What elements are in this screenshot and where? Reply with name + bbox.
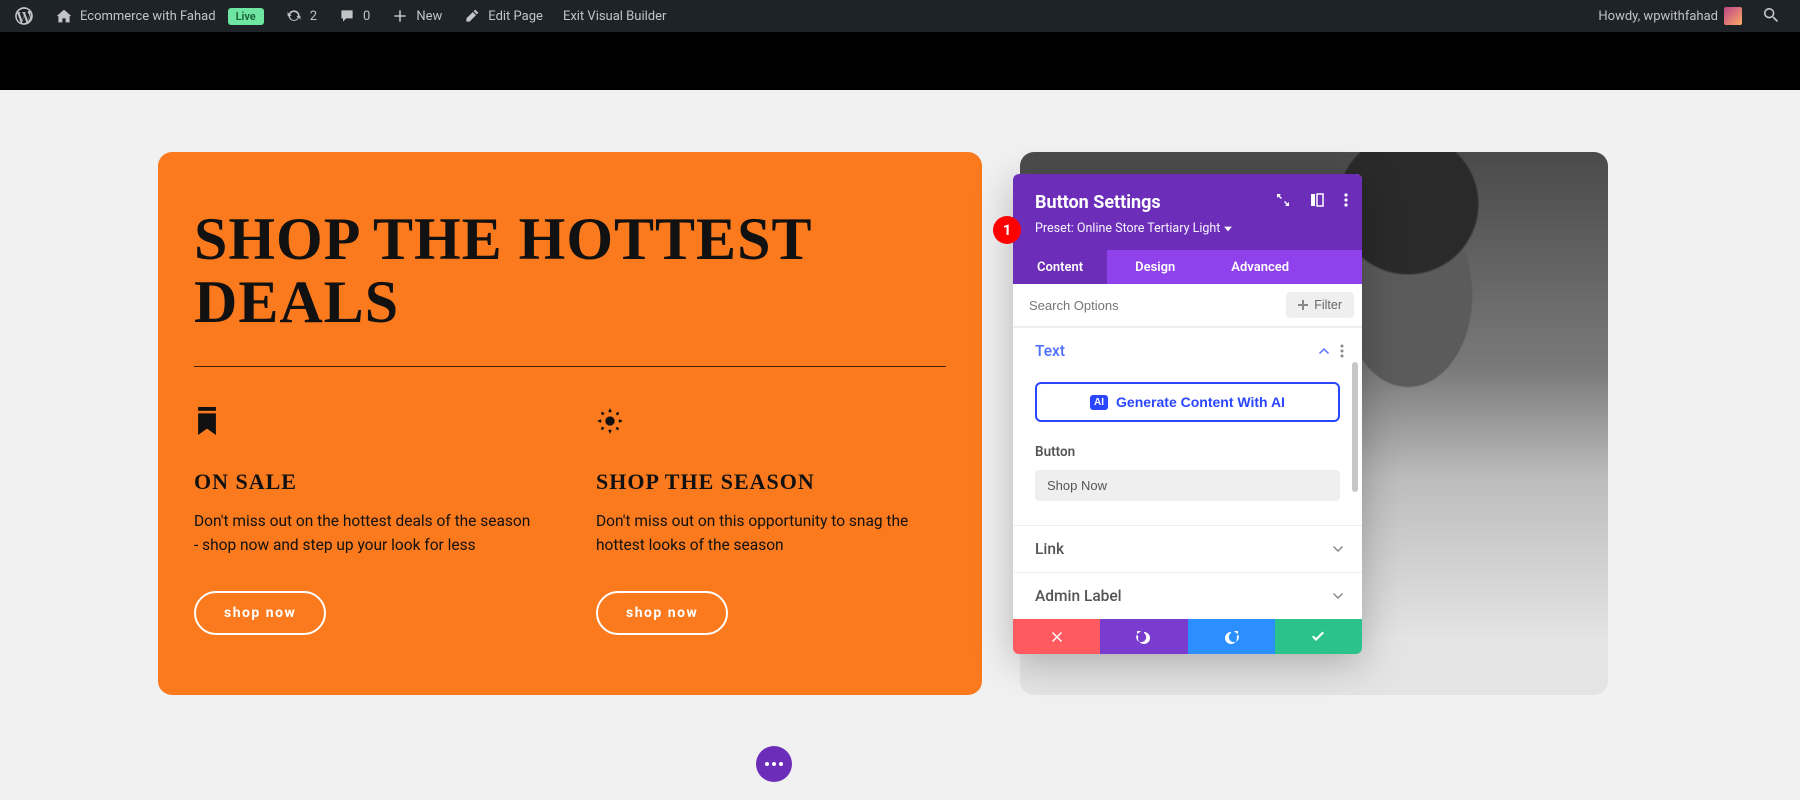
wp-logo-menu[interactable] <box>4 0 44 32</box>
pencil-icon <box>462 6 482 26</box>
header-strip <box>0 32 1800 90</box>
section-link-toggle[interactable]: Link <box>1013 525 1362 572</box>
bookmark-icon <box>194 407 532 437</box>
panel-tabs: Content Design Advanced <box>1013 250 1362 284</box>
on-sale-heading: ON SALE <box>194 469 532 495</box>
comment-count: 0 <box>363 9 370 24</box>
search-icon <box>1762 6 1782 26</box>
button-field-label: Button <box>1035 444 1340 460</box>
site-name-menu[interactable]: Ecommerce with Fahad Live <box>44 0 274 32</box>
exit-vb-label: Exit Visual Builder <box>563 9 666 24</box>
divider <box>194 366 946 367</box>
step-badge: 1 <box>993 216 1021 244</box>
season-heading: SHOP THE SEASON <box>596 469 934 495</box>
live-badge: Live <box>228 8 264 25</box>
sun-icon <box>596 407 934 437</box>
section-text-toggle[interactable]: Text <box>1013 327 1362 374</box>
panel-redo-button[interactable] <box>1188 619 1275 654</box>
howdy-label: Howdy, wpwithfahad <box>1598 9 1718 24</box>
new-label: New <box>416 9 442 24</box>
new-item[interactable]: New <box>380 0 452 32</box>
expand-icon[interactable] <box>1276 192 1290 211</box>
deals-card: SHOP THE HOTTEST DEALS ON SALE Don't mis… <box>158 152 982 695</box>
section-admin-toggle[interactable]: Admin Label <box>1013 572 1362 619</box>
chevron-up-icon <box>1318 345 1330 357</box>
howdy-menu[interactable]: Howdy, wpwithfahad <box>1588 0 1752 32</box>
edit-page-item[interactable]: Edit Page <box>452 0 553 32</box>
filter-button[interactable]: Filter <box>1286 292 1354 318</box>
comments-item[interactable]: 0 <box>327 0 380 32</box>
plus-icon <box>390 6 410 26</box>
shop-now-button-2[interactable]: shop now <box>596 591 728 635</box>
home-icon <box>54 6 74 26</box>
refresh-count: 2 <box>310 9 317 24</box>
panel-scrollbar[interactable] <box>1352 362 1358 492</box>
avatar <box>1724 7 1742 25</box>
deals-title: SHOP THE HOTTEST DEALS <box>194 208 934 334</box>
ai-badge-icon: AI <box>1090 395 1108 410</box>
panel-cancel-button[interactable] <box>1013 619 1100 654</box>
refresh-icon <box>284 6 304 26</box>
search-toggle[interactable] <box>1752 0 1792 32</box>
wordpress-icon <box>14 6 34 26</box>
site-name-label: Ecommerce with Fahad <box>80 9 216 24</box>
shop-now-button-1[interactable]: shop now <box>194 591 326 635</box>
edit-page-label: Edit Page <box>488 9 543 24</box>
tab-advanced[interactable]: Advanced <box>1203 250 1317 284</box>
snap-icon[interactable] <box>1310 192 1324 211</box>
kebab-icon[interactable] <box>1344 192 1348 211</box>
comment-icon <box>337 6 357 26</box>
panel-header[interactable]: Button Settings Preset: Online Store Ter… <box>1013 174 1362 250</box>
exit-vb-item[interactable]: Exit Visual Builder <box>553 0 676 32</box>
search-options-input[interactable] <box>1029 298 1278 313</box>
chevron-down-icon <box>1332 590 1344 602</box>
season-body: Don't miss out on this opportunity to sn… <box>596 509 934 557</box>
chevron-down-icon <box>1332 543 1344 555</box>
panel-save-button[interactable] <box>1275 619 1362 654</box>
refresh-item[interactable]: 2 <box>274 0 327 32</box>
generate-ai-button[interactable]: AI Generate Content With AI <box>1035 382 1340 422</box>
on-sale-body: Don't miss out on the hottest deals of t… <box>194 509 532 557</box>
preset-selector[interactable]: Preset: Online Store Tertiary Light <box>1035 221 1344 236</box>
section-actions-fab[interactable] <box>756 746 792 782</box>
button-settings-panel: Button Settings Preset: Online Store Ter… <box>1013 174 1362 654</box>
button-text-input[interactable] <box>1035 470 1340 501</box>
tab-design[interactable]: Design <box>1107 250 1203 284</box>
kebab-icon[interactable] <box>1340 344 1344 358</box>
wp-admin-bar: Ecommerce with Fahad Live 2 0 New Edit <box>0 0 1800 32</box>
tab-content[interactable]: Content <box>1013 250 1107 284</box>
panel-undo-button[interactable] <box>1100 619 1187 654</box>
